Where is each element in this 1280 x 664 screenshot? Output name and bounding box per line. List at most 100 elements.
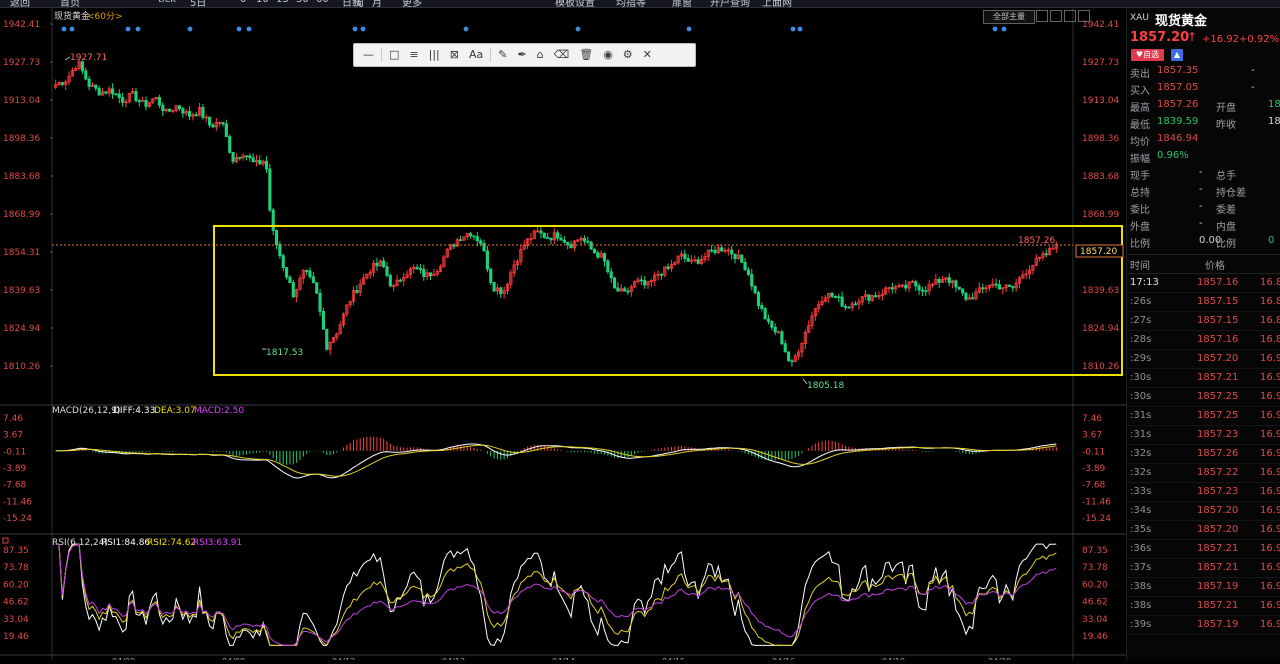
candle-body[interactable]: [766, 318, 771, 322]
candle-body[interactable]: [783, 343, 787, 353]
candle-body[interactable]: [623, 288, 627, 292]
candle-body[interactable]: [763, 308, 767, 320]
candle-body[interactable]: [643, 280, 647, 286]
candle-body[interactable]: [325, 328, 329, 350]
fib-tool[interactable]: |||: [426, 45, 443, 65]
tick-row[interactable]: :34s 1857.20 16.9: [1127, 501, 1280, 521]
tick-row[interactable]: :32s 1857.26 16.9: [1127, 444, 1280, 464]
candle-body[interactable]: [874, 295, 878, 298]
candle-body[interactable]: [271, 209, 275, 231]
candle-body[interactable]: [422, 268, 426, 277]
candle-body[interactable]: [756, 292, 761, 306]
tick-row[interactable]: :37s 1857.21 16.9: [1127, 558, 1280, 578]
candle-body[interactable]: [1007, 284, 1012, 287]
candle-body[interactable]: [612, 277, 617, 289]
event-dot[interactable]: [69, 26, 75, 32]
candle-body[interactable]: [589, 241, 593, 250]
candle-body[interactable]: [375, 262, 379, 267]
tick-row[interactable]: :30s 1857.25 16.9: [1127, 387, 1280, 407]
candle-body[interactable]: [475, 236, 479, 242]
tick-row[interactable]: :31s 1857.25 16.9: [1127, 406, 1280, 426]
candle-body[interactable]: [713, 249, 717, 253]
eye-icon[interactable]: ◉: [600, 45, 616, 65]
candle-body[interactable]: [194, 114, 198, 117]
chart-area[interactable]: 现货黄金 <60分> 1942.41 1942.41 1927.73 1927.73 1…: [0, 8, 1126, 664]
candle-body[interactable]: [137, 100, 141, 103]
trash-icon[interactable]: 🗑: [576, 45, 596, 65]
candle-body[interactable]: [268, 168, 272, 211]
candle-body[interactable]: [274, 230, 279, 245]
pattern-tool[interactable]: ⊠: [447, 45, 462, 65]
candle-body[interactable]: [683, 253, 687, 259]
candle-body[interactable]: [720, 247, 724, 252]
pen-tool[interactable]: ✎: [495, 45, 510, 65]
candle-body[interactable]: [87, 78, 91, 87]
candle-body[interactable]: [1051, 247, 1055, 250]
candle-body[interactable]: [830, 293, 834, 297]
magnet-icon[interactable]: ⌂: [534, 45, 547, 65]
toolbar-item[interactable]: 周: [354, 0, 364, 7]
candle-body[interactable]: [542, 232, 546, 238]
candle-body[interactable]: [586, 240, 590, 243]
candle-body[interactable]: [914, 281, 918, 287]
candle-body[interactable]: [311, 276, 315, 284]
candle-body[interactable]: [773, 326, 777, 333]
candle-body[interactable]: [750, 273, 754, 287]
minimize-icon[interactable]: [1036, 10, 1048, 22]
candle-body[interactable]: [924, 290, 928, 293]
candle-body[interactable]: [224, 123, 228, 137]
candle-body[interactable]: [847, 306, 851, 309]
candle-body[interactable]: [743, 261, 747, 271]
candle-body[interactable]: [753, 285, 757, 294]
toolbar-item[interactable]: 更多: [402, 0, 422, 7]
brush-tool[interactable]: ✒: [514, 45, 529, 65]
tick-row[interactable]: :29s 1857.20 16.9: [1127, 349, 1280, 369]
candle-body[interactable]: [596, 252, 600, 258]
candle-body[interactable]: [181, 108, 185, 114]
macd-histogram[interactable]: [56, 436, 1057, 465]
candle-body[interactable]: [790, 360, 794, 363]
candle-body[interactable]: [666, 266, 670, 269]
candle-body[interactable]: [981, 287, 985, 290]
candle-body[interactable]: [479, 240, 483, 244]
candle-body[interactable]: [308, 270, 312, 278]
event-dot[interactable]: [797, 26, 803, 32]
candle-body[interactable]: [157, 97, 161, 106]
candle-body[interactable]: [231, 151, 235, 162]
toolbar-item[interactable]: 5日: [190, 0, 206, 7]
event-dot[interactable]: [246, 26, 252, 32]
event-dot[interactable]: [790, 26, 796, 32]
candle-body[interactable]: [244, 155, 249, 158]
candle-body[interactable]: [258, 160, 262, 165]
candle-body[interactable]: [740, 254, 744, 263]
toolbar-item[interactable]: 均指等: [616, 0, 646, 7]
candle-body[interactable]: [539, 230, 543, 234]
candle-body[interactable]: [97, 87, 101, 96]
candle-body[interactable]: [278, 244, 282, 257]
toolbar-item[interactable]: tick: [158, 0, 176, 5]
candle-body[interactable]: [867, 294, 871, 301]
tick-row[interactable]: :32s 1857.22 16.9: [1127, 463, 1280, 483]
candle-body[interactable]: [415, 266, 419, 269]
chart-canvas[interactable]: 现货黄金 <60分> 1942.41 1942.411927.73 1927.731…: [0, 8, 1126, 664]
candle-body[interactable]: [114, 93, 118, 96]
close-icon[interactable]: [1078, 10, 1090, 22]
candle-body[interactable]: [94, 84, 98, 89]
candle-body[interactable]: [770, 320, 774, 328]
tick-row[interactable]: :26s 1857.15 16.8: [1127, 292, 1280, 312]
candle-body[interactable]: [937, 279, 941, 283]
candle-body[interactable]: [221, 122, 225, 125]
candle-body[interactable]: [144, 99, 148, 107]
candle-body[interactable]: [840, 296, 844, 307]
close-icon[interactable]: ✕: [640, 45, 655, 65]
candle-body[interactable]: [609, 271, 613, 279]
candle-body[interactable]: [569, 244, 573, 249]
candle-body[interactable]: [398, 279, 402, 282]
candle-body[interactable]: [957, 286, 961, 290]
event-dot[interactable]: [135, 26, 141, 32]
event-dot[interactable]: [236, 26, 242, 32]
toolbar-item[interactable]: 开户查询: [710, 0, 750, 7]
candle-body[interactable]: [780, 331, 784, 345]
add-watchlist-button[interactable]: ♥自选: [1131, 49, 1164, 61]
candle-body[interactable]: [659, 273, 663, 276]
